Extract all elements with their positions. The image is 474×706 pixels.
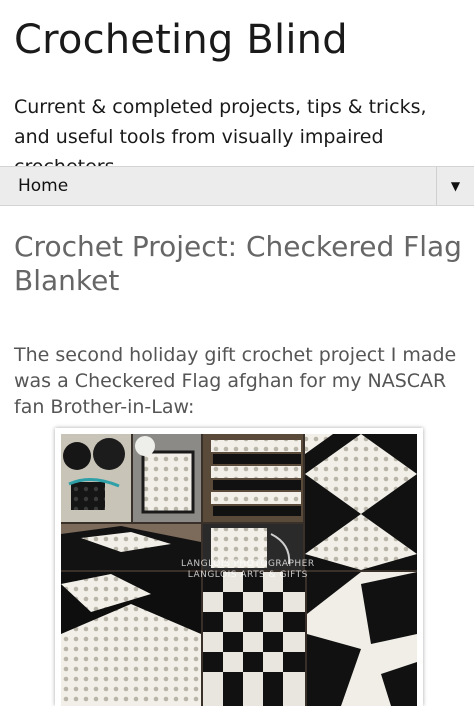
nav-home-link[interactable]: Home [0, 176, 436, 196]
collage-image: LANGLOIS PHOTOGRAPHER LANGLOIS ARTS & GI… [61, 434, 417, 706]
photo-watermark: LANGLOIS PHOTOGRAPHER LANGLOIS ARTS & GI… [181, 559, 315, 580]
blog-post: Crochet Project: Checkered Flag Blanket … [14, 230, 464, 420]
site-title[interactable]: Crocheting Blind [14, 14, 460, 66]
blanket-photo-collage[interactable]: LANGLOIS PHOTOGRAPHER LANGLOIS ARTS & GI… [55, 428, 423, 706]
nav-dropdown-button[interactable]: ▼ [436, 167, 474, 205]
post-intro-text: The second holiday gift crochet project … [14, 344, 457, 418]
dropdown-triangle-icon: ▼ [450, 179, 461, 193]
site-header: Crocheting Blind Current & completed pro… [0, 0, 474, 178]
main-nav: Home ▼ [0, 166, 474, 206]
post-title[interactable]: Crochet Project: Checkered Flag Blanket [14, 230, 464, 298]
